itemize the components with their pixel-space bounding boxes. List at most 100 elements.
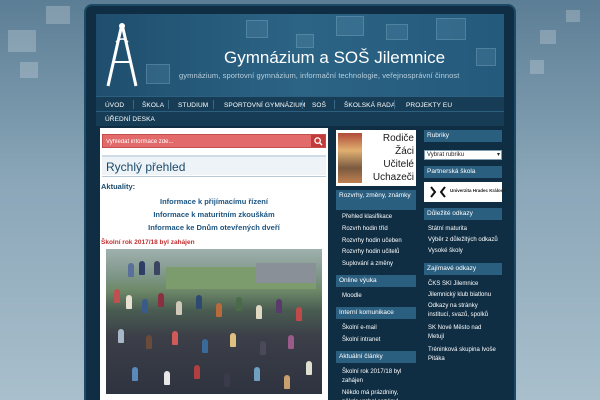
photo-person bbox=[146, 335, 152, 349]
search-button[interactable] bbox=[311, 135, 325, 147]
link-training-group[interactable]: Tréninková skupina Ivoše bbox=[428, 347, 496, 353]
link-teacher-timetable[interactable]: Rozvrhy hodin učitelů bbox=[342, 249, 399, 255]
promo-line-parents[interactable]: Rodiče bbox=[383, 133, 414, 144]
widget-title-categories: Rubriky bbox=[424, 130, 502, 142]
nav-separator bbox=[213, 100, 214, 109]
photo-person bbox=[202, 339, 208, 353]
promo-line-students[interactable]: Žáci bbox=[395, 146, 414, 157]
photo-person bbox=[216, 303, 222, 317]
link-sk-nove-mesto-cont[interactable]: Metují bbox=[428, 334, 444, 340]
link-open-days-info[interactable]: Informace ke Dnům otevřených dveří bbox=[100, 223, 328, 232]
nav-divider bbox=[96, 111, 504, 112]
link-admission-info[interactable]: Informace k přijímacímu řízení bbox=[100, 197, 328, 206]
article-photo[interactable] bbox=[106, 249, 322, 394]
nav-item-sos[interactable]: SOŠ bbox=[312, 102, 326, 109]
photo-person bbox=[260, 341, 266, 355]
nav-separator bbox=[394, 100, 395, 109]
widget-title-internal: Interní komunikace bbox=[336, 307, 416, 319]
article-title-link[interactable]: Školní rok 2017/18 byl zahájen bbox=[101, 239, 195, 246]
link-sk-nove-mesto[interactable]: SK Nové Město nad bbox=[428, 325, 481, 331]
header-decoration bbox=[146, 64, 170, 84]
quick-overview-header: Rychlý přehled bbox=[102, 155, 326, 175]
audience-promo[interactable]: Rodiče Žáci Učitelé Uchazeči bbox=[336, 130, 416, 186]
nav-item-uvod[interactable]: Úvod bbox=[105, 102, 124, 109]
header-decoration bbox=[476, 48, 496, 66]
category-select[interactable]: Vybrat rubriku ▾ bbox=[424, 150, 502, 160]
nav-item-skolska-rada[interactable]: Školská rada bbox=[344, 102, 395, 109]
link-universities[interactable]: Vysoké školy bbox=[428, 248, 463, 254]
site-title[interactable]: Gymnázium a SOŠ Jilemnice bbox=[224, 48, 445, 68]
photo-person bbox=[224, 373, 230, 387]
category-select-value: Vybrat rubriku bbox=[427, 152, 465, 158]
link-classroom-timetable[interactable]: Rozvrhy hodin učeben bbox=[342, 238, 402, 244]
partner-logo[interactable]: Univerzita Hradec Králové bbox=[424, 182, 506, 202]
link-class-timetable[interactable]: Rozvrh hodin tříd bbox=[342, 226, 388, 232]
link-moodle[interactable]: Moodle bbox=[342, 293, 362, 299]
link-institutions[interactable]: Odkazy na stránky bbox=[428, 303, 478, 309]
photo-person bbox=[254, 367, 260, 381]
widget-title-important-links: Důležité odkazy bbox=[424, 208, 502, 220]
main-navigation: Úvod Škola Studium Sportovní gymnázium S… bbox=[96, 96, 504, 126]
nav-item-skola[interactable]: Škola bbox=[142, 102, 164, 109]
photo-person bbox=[284, 375, 290, 389]
link-important-selection[interactable]: Výběr z důležitých odkazů bbox=[428, 237, 498, 243]
link-training-group-cont[interactable]: Pitáka bbox=[428, 356, 445, 362]
background-decoration bbox=[46, 6, 70, 24]
page-container: Gymnázium a SOŠ Jilemnice gymnázium, spo… bbox=[86, 6, 514, 400]
promo-line-teachers[interactable]: Učitelé bbox=[383, 159, 414, 170]
photo-person bbox=[118, 329, 124, 343]
nav-item-studium[interactable]: Studium bbox=[178, 102, 208, 109]
background-decoration bbox=[530, 60, 544, 74]
photo-person bbox=[132, 367, 138, 381]
news-label: Aktuality: bbox=[101, 182, 136, 191]
chevron-down-icon: ▾ bbox=[496, 152, 500, 158]
photo-person bbox=[194, 365, 200, 379]
background-decoration bbox=[20, 62, 38, 78]
photo-person bbox=[236, 297, 242, 311]
promo-line-applicants[interactable]: Uchazeči bbox=[373, 172, 414, 183]
link-article-school-year[interactable]: Školní rok 2017/18 byl zahájen bbox=[342, 368, 416, 386]
nav-item-projekty-eu[interactable]: Projekty EU bbox=[406, 102, 452, 109]
widget-title-partner: Partnerská škola bbox=[424, 166, 502, 178]
search-icon bbox=[313, 136, 323, 146]
header-decoration bbox=[386, 24, 408, 40]
nav-item-uredni-deska[interactable]: Úřední deska bbox=[105, 116, 155, 123]
photo-person bbox=[288, 335, 294, 349]
header-decoration bbox=[296, 34, 314, 48]
photo-person bbox=[176, 301, 182, 315]
school-logo[interactable] bbox=[102, 20, 142, 92]
photo-person bbox=[276, 299, 282, 313]
photo-person bbox=[126, 295, 132, 309]
photo-wall bbox=[256, 263, 316, 283]
nav-separator bbox=[302, 100, 303, 109]
link-institutions-cont[interactable]: institucí, svazů, spolků bbox=[428, 312, 488, 318]
widget-title-interesting-links: Zajímavé odkazy bbox=[424, 263, 502, 275]
nav-item-sportovni-gymnazium[interactable]: Sportovní gymnázium bbox=[224, 102, 305, 109]
search-bar bbox=[102, 134, 326, 148]
link-state-maturita[interactable]: Státní maturita bbox=[428, 226, 467, 232]
divider bbox=[102, 176, 326, 177]
background-decoration bbox=[566, 10, 580, 22]
university-logo-icon bbox=[430, 186, 446, 198]
link-grades-overview[interactable]: Přehled klasifikace bbox=[342, 214, 392, 220]
photo-person bbox=[128, 263, 134, 277]
header-decoration bbox=[246, 20, 268, 38]
photo-person bbox=[306, 361, 312, 375]
link-school-intranet[interactable]: Školní intranet bbox=[342, 337, 380, 343]
main-content: Rychlý přehled Aktuality: Informace k př… bbox=[100, 128, 328, 400]
link-biathlon-club[interactable]: Jilemnický klub biatlonu bbox=[428, 292, 491, 298]
photo-person bbox=[164, 371, 170, 385]
promo-image bbox=[338, 133, 362, 183]
nav-separator bbox=[133, 100, 134, 109]
middle-sidebar: Rodiče Žáci Učitelé Uchazeči Rozvrhy, zm… bbox=[336, 128, 416, 400]
link-article-season[interactable]: Někdo má prázdniny, někdo vrchol sezóny! bbox=[342, 389, 416, 400]
link-substitutions[interactable]: Suplování a změny bbox=[342, 261, 393, 267]
widget-title-articles: Aktuální články bbox=[336, 351, 416, 363]
widget-title-online: Online výuka bbox=[336, 275, 416, 287]
link-school-email[interactable]: Školní e-mail bbox=[342, 325, 377, 331]
header-decoration bbox=[336, 16, 364, 36]
photo-person bbox=[139, 261, 145, 275]
link-graduation-info[interactable]: Informace k maturitním zkouškám bbox=[100, 210, 328, 219]
search-input[interactable] bbox=[106, 137, 306, 147]
link-cks-ski[interactable]: ČKS SKI Jilemnice bbox=[428, 281, 478, 287]
